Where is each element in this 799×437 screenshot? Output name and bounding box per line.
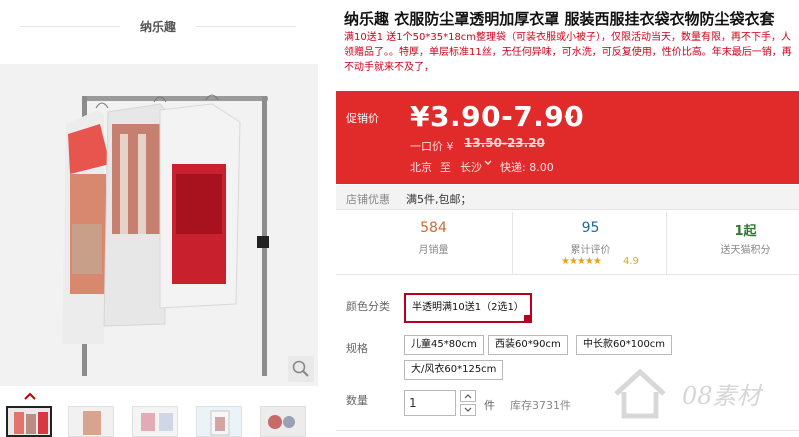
chevron-down-icon[interactable] bbox=[484, 159, 492, 170]
price-value: ¥3.90-7.90 bbox=[410, 100, 585, 133]
divider bbox=[196, 26, 296, 27]
stock-count: 库存3731件 bbox=[510, 399, 571, 412]
check-icon bbox=[523, 315, 532, 323]
thumb-4[interactable] bbox=[196, 406, 242, 437]
main-product-image[interactable] bbox=[0, 64, 318, 386]
color-option[interactable]: 半透明满10送1（2选1） bbox=[404, 293, 532, 323]
thumb-5[interactable] bbox=[260, 406, 306, 437]
review-count-value[interactable]: 95 bbox=[513, 220, 668, 236]
price-label: 促销价 bbox=[346, 112, 379, 125]
monthly-sales-label: 月销量 bbox=[418, 245, 449, 256]
product-title: 纳乐趣 衣服防尘罩透明加厚衣罩 服装西服挂衣袋衣物防尘袋衣套 bbox=[344, 10, 775, 28]
stats-bar: 584 月销量 95 累计评价 ★★★★★ 4.9 1起 送天猫积分 bbox=[336, 212, 799, 275]
points-value: 1起 bbox=[734, 224, 757, 239]
points-label: 送天猫积分 bbox=[720, 245, 771, 256]
shop-header: 纳乐趣 bbox=[0, 0, 320, 60]
tmall-points: 1起 送天猫积分 bbox=[668, 212, 799, 275]
thumbnail-strip bbox=[0, 404, 320, 437]
product-info: 纳乐趣 衣服防尘罩透明加厚衣罩 服装西服挂衣袋衣物防尘袋衣套 满10送1 送1个… bbox=[336, 0, 799, 437]
promo-value: 满5件,包邮； bbox=[406, 193, 472, 206]
review-count[interactable]: 95 累计评价 ★★★★★ 4.9 bbox=[512, 212, 667, 275]
ship-from: 北京 bbox=[410, 161, 432, 174]
shop-promotion: 店铺优惠 满5件,包邮； bbox=[336, 185, 799, 210]
rating-value: 4.9 bbox=[623, 256, 639, 267]
product-gallery: 纳乐趣 bbox=[0, 0, 320, 437]
promo-label: 店铺优惠 bbox=[346, 193, 390, 206]
garment-bags-illustration bbox=[0, 64, 318, 386]
color-option-label: 半透明满10送1（2选1） bbox=[412, 302, 524, 313]
ship-to-selector[interactable]: 长沙 bbox=[460, 159, 482, 175]
divider bbox=[20, 26, 120, 27]
original-price: 13.50-23.20 bbox=[464, 136, 545, 150]
thumb-3[interactable] bbox=[132, 406, 178, 437]
shipping-fee: 快递: 8.00 bbox=[500, 161, 554, 174]
review-count-label: 累计评价 bbox=[570, 245, 611, 256]
size-option[interactable]: 大/风衣60*125cm bbox=[404, 360, 504, 380]
chevron-up-icon[interactable] bbox=[24, 389, 36, 403]
increment-button[interactable] bbox=[460, 390, 476, 402]
monthly-sales-count: 584 bbox=[420, 220, 447, 236]
color-label: 颜色分类 bbox=[346, 300, 390, 313]
quantity-label: 数量 bbox=[346, 394, 368, 407]
size-option[interactable]: 中长款60*100cm bbox=[576, 335, 673, 355]
shop-name[interactable]: 纳乐趣 bbox=[120, 18, 196, 35]
price-panel: 促销价 ¥3.90-7.90 一口价 ¥ 13.50-23.20 北京 至 长沙… bbox=[336, 91, 799, 184]
zoom-button[interactable] bbox=[288, 356, 314, 382]
monthly-sales: 584 月销量 bbox=[356, 212, 511, 275]
product-subtitle: 满10送1 送1个50*35*18cm整理袋（可装衣服或小被子），仅限活动当天，… bbox=[344, 32, 792, 73]
star-rating-icon: ★★★★★ bbox=[561, 256, 602, 267]
quantity-unit: 件 bbox=[484, 399, 495, 412]
thumb-2[interactable] bbox=[68, 406, 114, 437]
decrement-button[interactable] bbox=[460, 404, 476, 416]
chevron-down-icon bbox=[464, 407, 472, 412]
magnifier-icon bbox=[292, 360, 309, 377]
ship-separator: 至 bbox=[440, 161, 451, 174]
size-option[interactable]: 西装60*90cm bbox=[488, 335, 568, 355]
chevron-up-icon bbox=[464, 394, 472, 399]
quantity-input[interactable]: 1 bbox=[404, 390, 456, 416]
size-label: 规格 bbox=[346, 342, 368, 355]
divider bbox=[336, 430, 799, 431]
thumb-1[interactable] bbox=[6, 406, 52, 437]
original-price-label: 一口价 ¥ bbox=[410, 140, 454, 153]
chevron-down-icon[interactable] bbox=[564, 111, 574, 125]
size-option[interactable]: 儿童45*80cm bbox=[404, 335, 484, 355]
